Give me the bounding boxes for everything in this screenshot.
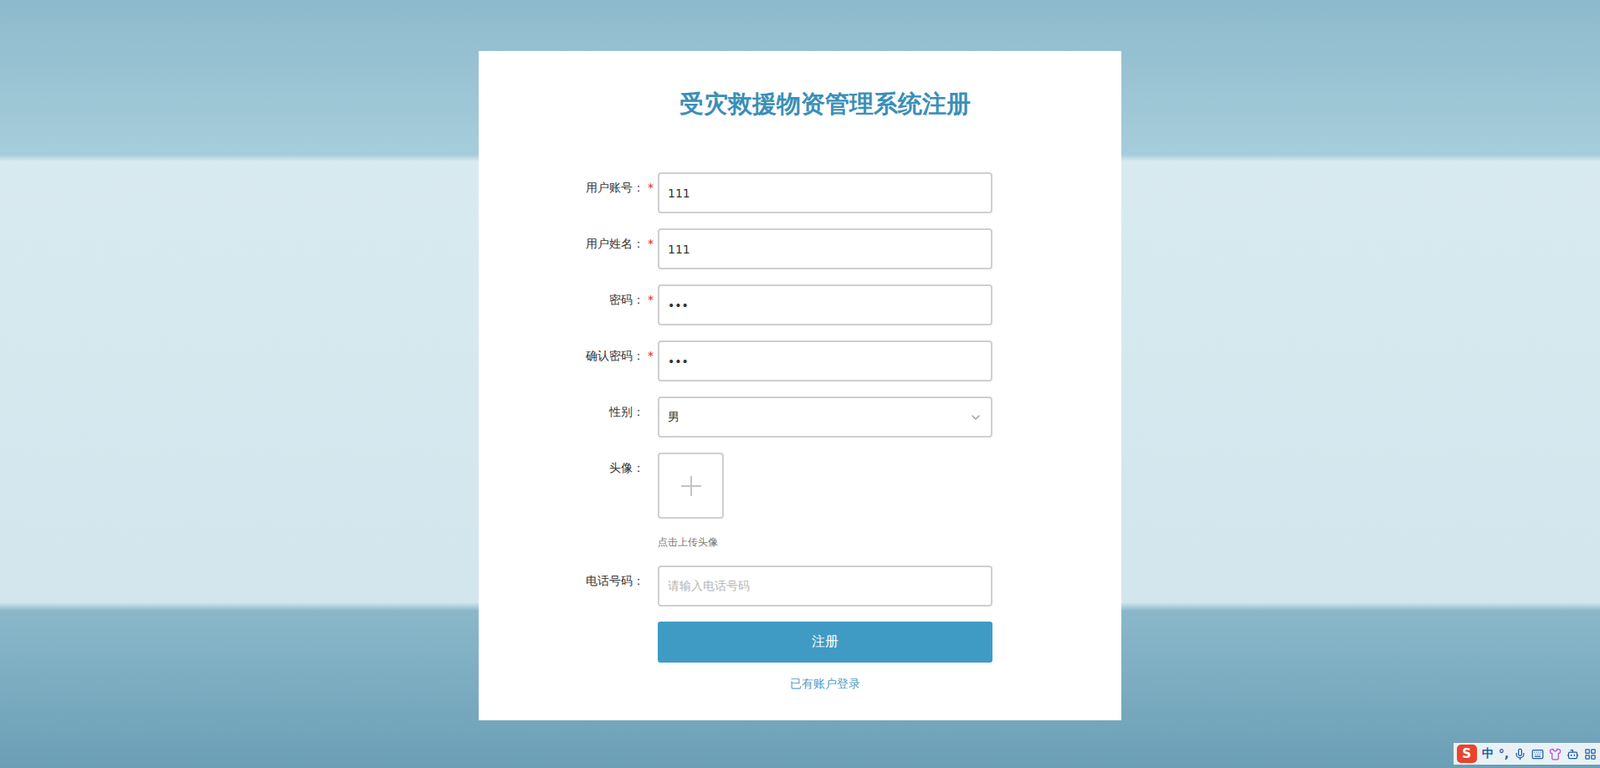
form-row: 确认密码：*•••: [478, 340, 1122, 382]
ime-punct[interactable]: °,: [1498, 747, 1509, 761]
page-title: 受灾救援物资管理系统注册: [657, 88, 993, 119]
register-page: 受灾救援物资管理系统注册用户账号：*111用户姓名：*111密码：*•••确认密…: [0, 0, 1600, 768]
toolbox-icon[interactable]: [1584, 748, 1597, 761]
input-field[interactable]: 111: [657, 172, 993, 214]
field-label: 用户姓名：*: [478, 228, 654, 270]
input-field[interactable]: 请输入电话号码: [657, 565, 993, 607]
avatar-row: 头像：*点击上传头像: [478, 452, 1122, 549]
login-link[interactable]: 已有账户登录: [789, 676, 861, 693]
input-field[interactable]: 111: [657, 228, 993, 270]
chevron-down-icon: [969, 410, 983, 425]
field-label: 电话号码：*: [478, 565, 654, 607]
avatar-upload[interactable]: [657, 452, 724, 519]
ime-logo[interactable]: S: [1456, 744, 1477, 764]
mic-icon[interactable]: [1513, 748, 1527, 761]
select-field[interactable]: 男: [657, 396, 993, 438]
field-label: 密码：*: [478, 284, 654, 326]
field-label: 确认密码：*: [478, 340, 654, 382]
form-row: 用户账号：*111: [478, 172, 1122, 214]
assistant-icon[interactable]: [1566, 748, 1580, 761]
form-row: 用户姓名：*111: [478, 228, 1122, 270]
required-mark: *: [647, 180, 654, 195]
form-row: 密码：*•••: [478, 284, 1122, 326]
register-button[interactable]: 注册: [657, 621, 993, 663]
ime-toolbar: S中 °,: [1453, 743, 1600, 765]
ime-mode[interactable]: 中: [1482, 746, 1494, 762]
field-label: 头像：*: [478, 452, 654, 549]
field-label: 性别：*: [478, 396, 654, 438]
form-row: 性别：*男: [478, 396, 1122, 438]
plus-icon: [681, 476, 702, 497]
skin-icon[interactable]: [1548, 748, 1562, 761]
required-mark: *: [647, 292, 654, 307]
register-card: 受灾救援物资管理系统注册用户账号：*111用户姓名：*111密码：*•••确认密…: [478, 51, 1122, 721]
input-field[interactable]: •••: [657, 340, 993, 382]
upload-hint: 点击上传头像: [657, 535, 993, 549]
required-mark: *: [647, 348, 654, 363]
keyboard-icon[interactable]: [1531, 748, 1544, 761]
form-row: 电话号码：*请输入电话号码: [478, 565, 1122, 607]
input-field[interactable]: •••: [657, 284, 993, 326]
field-label: 用户账号：*: [478, 172, 654, 214]
actions: 注册已有账户登录: [657, 621, 993, 693]
required-mark: *: [647, 236, 654, 251]
